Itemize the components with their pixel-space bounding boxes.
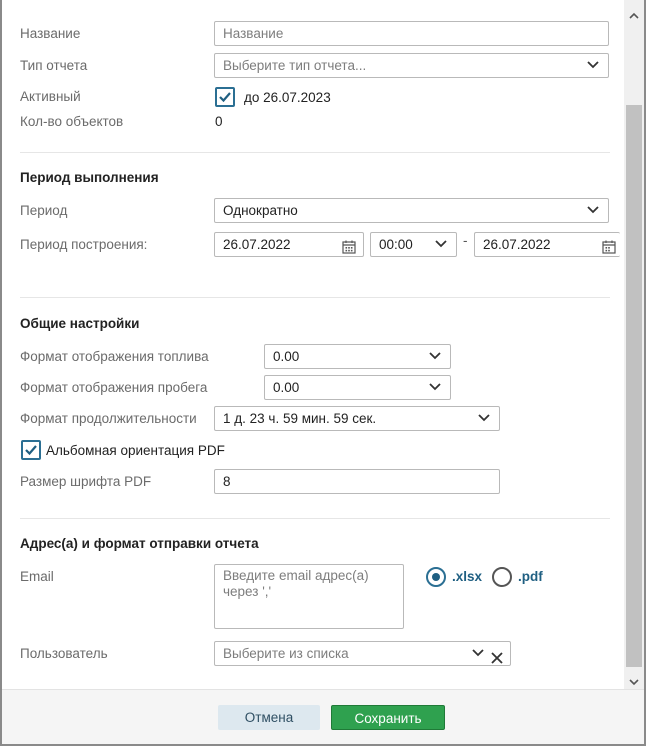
period-select[interactable]: Однократно bbox=[214, 198, 609, 223]
delivery-section-title: Адрес(а) и формат отправки отчета bbox=[20, 536, 259, 551]
user-label: Пользователь bbox=[20, 646, 108, 661]
name-label: Название bbox=[20, 26, 81, 41]
chevron-down-icon bbox=[587, 206, 599, 215]
chevron-down-icon bbox=[429, 383, 441, 392]
mileage-format-label: Формат отображения пробега bbox=[20, 380, 208, 395]
build-period-label: Период построения: bbox=[20, 237, 148, 252]
scroll-up-icon[interactable] bbox=[629, 8, 639, 19]
report-type-placeholder: Выберите тип отчета... bbox=[223, 58, 367, 73]
user-select[interactable]: Выберите из списка bbox=[214, 641, 511, 666]
chevron-down-icon bbox=[478, 414, 490, 423]
pdf-font-size-input[interactable]: 8 bbox=[214, 469, 500, 494]
landscape-pdf-checkbox[interactable] bbox=[21, 440, 41, 460]
active-checkbox[interactable] bbox=[215, 87, 235, 107]
format-pdf-label: .pdf bbox=[518, 569, 543, 584]
section-divider bbox=[20, 152, 610, 153]
dialog-footer: Отмена Сохранить bbox=[2, 689, 644, 744]
close-icon[interactable] bbox=[491, 648, 503, 664]
mileage-format-select[interactable]: 0.00 bbox=[264, 375, 451, 400]
period-value: Однократно bbox=[223, 203, 298, 218]
scroll-down-icon[interactable] bbox=[629, 674, 639, 686]
format-xlsx-radio[interactable] bbox=[426, 567, 446, 587]
email-label: Email bbox=[20, 569, 54, 584]
section-divider bbox=[20, 297, 610, 298]
save-button[interactable]: Сохранить bbox=[331, 705, 445, 730]
dialog-title-fragment bbox=[32, 0, 82, 3]
date-from-input[interactable]: 26.07.2022 bbox=[214, 232, 364, 257]
report-dialog: Название Название Тип отчета Выберите ти… bbox=[0, 0, 646, 746]
calendar-icon[interactable] bbox=[342, 238, 356, 254]
active-label: Активный bbox=[20, 89, 81, 104]
fuel-format-value: 0.00 bbox=[273, 349, 300, 364]
duration-format-value: 1 д. 23 ч. 59 мин. 59 сек. bbox=[223, 411, 377, 426]
fuel-format-label: Формат отображения топлива bbox=[20, 349, 209, 364]
pdf-font-size-label: Размер шрифта PDF bbox=[20, 474, 152, 489]
time-from-value: 00:00 bbox=[379, 237, 413, 252]
name-input[interactable]: Название bbox=[214, 21, 609, 46]
format-pdf-radio[interactable] bbox=[492, 567, 512, 587]
chevron-down-icon bbox=[435, 240, 447, 249]
cancel-button[interactable]: Отмена bbox=[218, 705, 320, 730]
time-from-select[interactable]: 00:00 bbox=[370, 232, 457, 257]
mileage-format-value: 0.00 bbox=[273, 380, 300, 395]
report-type-label: Тип отчета bbox=[20, 58, 88, 73]
date-from-value: 26.07.2022 bbox=[223, 237, 291, 252]
landscape-pdf-label: Альбомная ориентация PDF bbox=[46, 443, 225, 458]
chevron-down-icon bbox=[587, 61, 599, 70]
general-section-title: Общие настройки bbox=[20, 316, 140, 331]
scrollbar-thumb[interactable] bbox=[626, 105, 642, 667]
date-to-value: 26.07.2022 bbox=[483, 237, 551, 252]
check-icon bbox=[219, 92, 231, 103]
chevron-down-icon bbox=[472, 649, 484, 658]
active-until-text: до 26.07.2023 bbox=[244, 90, 331, 105]
report-type-select[interactable]: Выберите тип отчета... bbox=[214, 53, 609, 78]
calendar-icon[interactable] bbox=[602, 238, 616, 254]
period-section-title: Период выполнения bbox=[20, 170, 159, 185]
fuel-format-select[interactable]: 0.00 bbox=[264, 344, 451, 369]
check-icon bbox=[25, 445, 37, 456]
objects-count-label: Кол-во объектов bbox=[20, 114, 124, 129]
chevron-down-icon bbox=[429, 352, 441, 361]
user-placeholder: Выберите из списка bbox=[223, 646, 349, 661]
format-xlsx-label: .xlsx bbox=[452, 569, 483, 584]
objects-count-value: 0 bbox=[215, 114, 223, 129]
period-separator: - bbox=[463, 233, 468, 248]
duration-format-label: Формат продолжительности bbox=[20, 411, 197, 426]
duration-format-select[interactable]: 1 д. 23 ч. 59 мин. 59 сек. bbox=[214, 406, 500, 431]
vertical-scrollbar[interactable] bbox=[624, 0, 644, 690]
section-divider bbox=[20, 518, 610, 519]
date-to-input[interactable]: 26.07.2022 bbox=[474, 232, 620, 257]
email-textarea[interactable]: Введите email адрес(а) через ',' bbox=[214, 564, 404, 629]
period-label: Период bbox=[20, 203, 68, 218]
